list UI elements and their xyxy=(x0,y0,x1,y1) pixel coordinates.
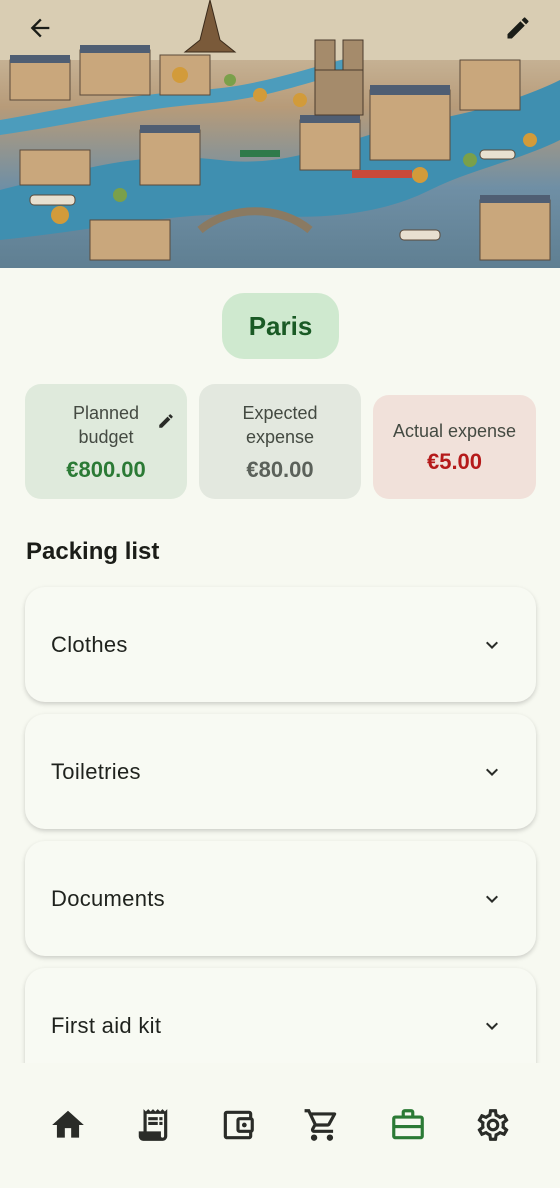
actual-expense-label: Actual expense xyxy=(392,421,517,441)
packing-item-documents[interactable]: Documents xyxy=(25,841,536,956)
wallet-icon xyxy=(223,1110,254,1140)
packing-item-toiletries[interactable]: Toiletries xyxy=(25,714,536,829)
edit-budget-icon[interactable] xyxy=(157,412,175,430)
nav-home[interactable] xyxy=(46,1103,90,1147)
chevron-down-icon[interactable] xyxy=(480,887,504,911)
arrow-left-icon xyxy=(30,18,50,38)
paris-illustration xyxy=(0,0,560,261)
planned-budget-value: €800.00 xyxy=(66,456,146,482)
nav-settings[interactable] xyxy=(471,1103,515,1147)
gear-icon xyxy=(477,1109,509,1141)
nav-cart[interactable] xyxy=(300,1103,344,1147)
home-icon xyxy=(52,1110,84,1138)
chevron-down-icon[interactable] xyxy=(480,633,504,657)
cart-icon xyxy=(304,1109,337,1141)
city-chip: Paris xyxy=(222,293,339,359)
nav-receipts[interactable] xyxy=(131,1103,175,1147)
packing-item-label: Documents xyxy=(51,885,165,911)
receipt-icon xyxy=(138,1109,168,1141)
expected-expense-value: €80.00 xyxy=(246,456,314,482)
packing-item-label: Clothes xyxy=(51,631,128,657)
expected-expense-card: Expected expense €80.00 xyxy=(199,384,361,499)
packing-item-clothes[interactable]: Clothes xyxy=(25,587,536,702)
nav-wallet[interactable] xyxy=(216,1103,260,1147)
back-button[interactable] xyxy=(26,14,62,50)
pencil-icon xyxy=(507,17,529,39)
planned-budget-card[interactable]: Planned budget €800.00 xyxy=(25,384,187,499)
actual-expense-card: Actual expense €5.00 xyxy=(373,395,536,499)
packing-item-first-aid-kit[interactable]: First aid kit xyxy=(25,968,536,1063)
planned-budget-label: Planned budget xyxy=(72,402,140,447)
packing-item-label: Toiletries xyxy=(51,758,141,784)
bottom-navigation xyxy=(0,1063,560,1188)
chevron-down-icon[interactable] xyxy=(480,1014,504,1038)
city-name: Paris xyxy=(248,310,313,341)
header-image xyxy=(0,0,560,268)
packing-list[interactable]: Clothes Toiletries Documents First aid k… xyxy=(0,580,560,1063)
packing-item-label: First aid kit xyxy=(51,1012,162,1038)
briefcase-icon xyxy=(392,1109,424,1140)
actual-expense-value: €5.00 xyxy=(426,449,483,474)
packing-list-title: Packing list xyxy=(26,538,160,565)
nav-trips[interactable] xyxy=(386,1103,430,1147)
expected-expense-label: Expected expense xyxy=(242,402,318,447)
chevron-down-icon[interactable] xyxy=(480,760,504,784)
edit-trip-button[interactable] xyxy=(504,14,540,50)
